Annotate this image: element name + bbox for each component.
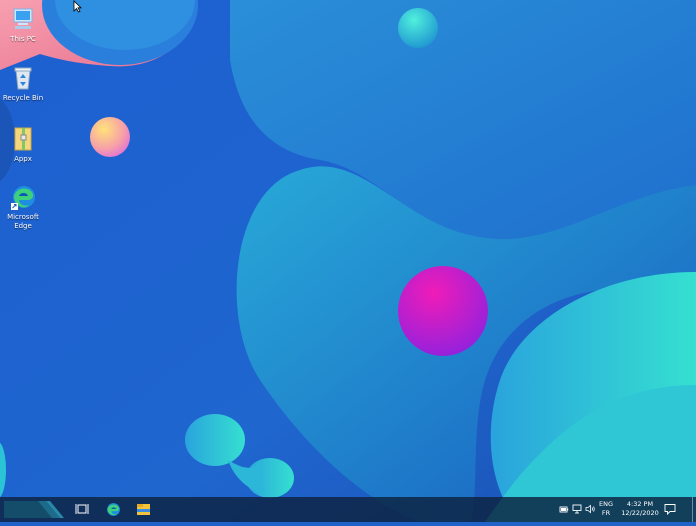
volume-icon[interactable] — [585, 504, 596, 516]
keyboard-layout-label: FR — [601, 509, 611, 517]
start-button[interactable] — [0, 497, 66, 522]
desktop-icon-label: Recycle Bin — [2, 94, 44, 102]
folder-zip-icon — [9, 125, 37, 153]
recycle-bin-icon — [9, 64, 37, 92]
task-view-icon — [75, 504, 89, 514]
edge-taskbar-button[interactable] — [98, 497, 128, 522]
show-desktop-button[interactable] — [692, 497, 696, 522]
notification-icon[interactable] — [664, 503, 676, 517]
mouse-cursor-icon — [73, 0, 82, 13]
edge-icon — [107, 503, 120, 516]
task-view-button[interactable] — [67, 497, 97, 522]
clock-date: 12/22/2020 — [621, 509, 659, 517]
language-label: ENG — [598, 500, 613, 508]
edge-icon — [9, 183, 37, 211]
desktop-icon-microsoft-edge[interactable]: Microsoft Edge — [0, 183, 46, 231]
desktop-icon-label: Appx — [14, 155, 32, 163]
system-tray: ENG FR 4:32 PM 12/22/2020 — [554, 497, 696, 522]
language-indicator[interactable]: ENG FR — [597, 500, 615, 518]
file-explorer-button[interactable] — [128, 497, 158, 522]
desktop-icon-label: Microsoft Edge — [7, 213, 39, 230]
taskbar: ENG FR 4:32 PM 12/22/2020 — [0, 497, 696, 522]
desktop-icon-label: This PC — [10, 35, 36, 43]
desktop-icon-this-pc[interactable]: This PC — [0, 5, 46, 44]
clock[interactable]: 4:32 PM 12/22/2020 — [620, 500, 660, 518]
computer-icon — [9, 5, 37, 33]
desktop-wallpaper — [0, 0, 696, 522]
battery-icon[interactable] — [559, 504, 569, 516]
folder-icon — [137, 504, 150, 515]
network-icon[interactable] — [572, 504, 582, 516]
desktop-icon-appx[interactable]: Appx — [0, 125, 46, 164]
clock-time: 4:32 PM — [626, 500, 654, 508]
desktop-icon-recycle-bin[interactable]: Recycle Bin — [0, 64, 46, 103]
